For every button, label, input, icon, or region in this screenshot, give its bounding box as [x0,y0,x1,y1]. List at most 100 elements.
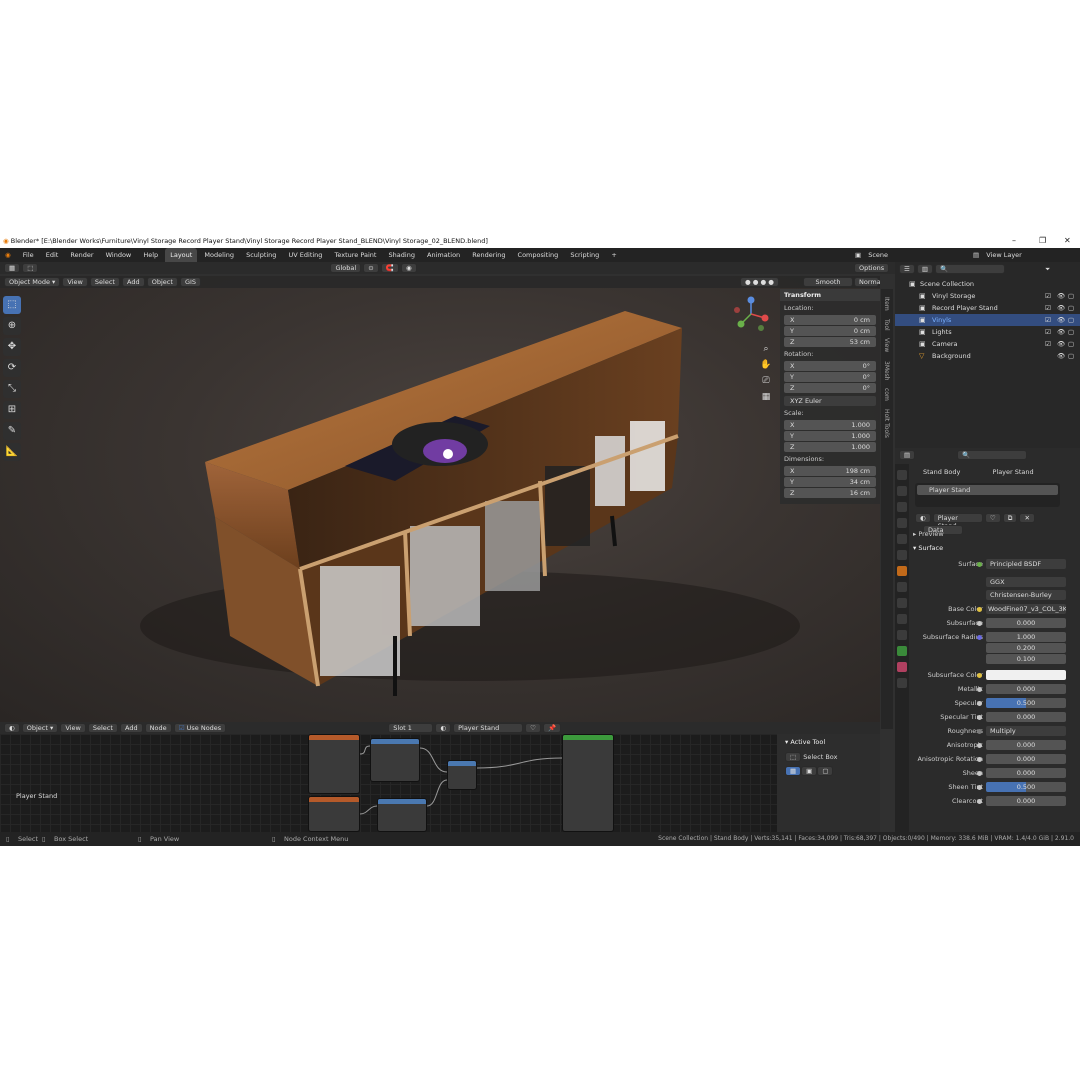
distribution-dropdown[interactable]: GGX [909,576,1080,588]
subsurface-color-row[interactable]: Subsurface Color [909,669,1080,681]
camera-icon[interactable]: ▢ [1068,302,1074,314]
3d-viewport[interactable]: Object Mode ▾ View Select Add Object GIS… [0,276,880,722]
scale-x-field[interactable]: X 1.000 [784,420,876,430]
outliner-item-vinyl-storage[interactable]: ▣ Vinyl Storage ☑ 👁 ▢ [895,290,1080,302]
node-menu-add[interactable]: Add [120,723,143,733]
dimensions-y-field[interactable]: Y 34 cm [784,477,876,487]
dimensions-z-field[interactable]: Z 16 cm [784,488,876,498]
location-y-field[interactable]: Y 0 cm [784,326,876,336]
outliner-item-background[interactable]: ▽ Background 👁 ▢ [895,350,1080,362]
tab-scripting[interactable]: Scripting [565,248,604,262]
node-menu-node[interactable]: Node [144,723,172,733]
material-slot-item[interactable]: Player Stand [917,485,1058,495]
mode-new-icon[interactable]: ▦ [785,766,802,776]
properties-type-icon[interactable]: ▤ [899,450,916,460]
render-tab-icon[interactable] [897,486,907,496]
tab-layout[interactable]: Layout [165,248,198,262]
scene-selector[interactable]: ▣ Scene [850,248,898,262]
metallic-row[interactable]: Metallic 0.000 [909,683,1080,695]
tab-view[interactable]: View [881,338,890,352]
view-layer-selector[interactable]: ▤ View Layer [968,248,1032,262]
tab-modeling[interactable]: Modeling [199,248,239,262]
menu-window[interactable]: Window [101,248,137,262]
menu-help[interactable]: Help [138,248,163,262]
subsurface-radius-z-row[interactable]: 0.100 [909,653,1080,665]
maximize-icon[interactable]: ❐ [1039,234,1046,248]
select-mode-icon[interactable]: ⬚ [22,263,39,273]
tab-animation[interactable]: Animation [422,248,465,262]
camera-icon[interactable]: ▢ [1068,290,1074,302]
slot-dropdown[interactable]: Slot 1 [388,723,434,733]
camera-icon[interactable]: ▢ [1068,314,1074,326]
display-mode-icon[interactable]: ▥ [916,264,934,274]
minimize-icon[interactable]: – [1012,234,1016,248]
select-box-row[interactable]: ⬚ Select Box [777,750,880,764]
material-tab-icon[interactable] [897,662,907,672]
anisotropic-rotation-row[interactable]: Anisotropic Rotation 0.000 [909,753,1080,765]
specular-tint-row[interactable]: Specular Tint 0.000 [909,711,1080,723]
tab-3mesh[interactable]: 3Mesh [881,361,890,381]
scale-z-field[interactable]: Z 1.000 [784,442,876,452]
location-x-field[interactable]: X 0 cm [784,315,876,325]
eye-icon[interactable]: 👁 [1057,350,1065,362]
proportional-icon[interactable]: ◉ [401,263,417,273]
mode-extend-icon[interactable]: ▣ [801,766,818,776]
material-slot-list[interactable]: Player Stand [915,483,1060,507]
rotation-z-field[interactable]: Z 0° [784,383,876,393]
rotation-y-field[interactable]: Y 0° [784,372,876,382]
pin-icon[interactable]: 📌 [543,723,562,733]
subsurface-method-dropdown[interactable]: Christensen-Burley [909,589,1080,601]
object-mode-dropdown[interactable]: Object ▾ [21,723,59,733]
tab-com[interactable]: com [881,388,890,401]
tool-tab-icon[interactable] [897,470,907,480]
base-color-row[interactable]: Base ColorWoodFine07_v3_COL_3K.jpg [909,603,1080,615]
physics-tab-icon[interactable] [897,614,907,624]
close-icon[interactable]: ✕ [1064,234,1071,248]
material-browse-icon[interactable]: ◐ [435,723,452,733]
menu-file[interactable]: File [18,248,39,262]
node-menu-view[interactable]: View [60,723,86,733]
fake-user-icon[interactable]: ♡ [525,723,541,733]
menu-edit[interactable]: Edit [41,248,64,262]
eye-icon[interactable]: 👁 [1057,314,1065,326]
color-swatch[interactable] [986,670,1066,680]
modifier-tab-icon[interactable] [897,582,907,592]
surface-section[interactable]: ▾ Surface [913,542,943,554]
checkbox-icon[interactable]: ☑ [1045,326,1051,338]
checkbox-icon[interactable]: ☑ [1045,290,1051,302]
texture-tab-icon[interactable] [897,678,907,688]
outliner-item-record-player-stand[interactable]: ▣ Record Player Stand ☑ 👁 ▢ [895,302,1080,314]
scale-y-field[interactable]: Y 1.000 [784,431,876,441]
tab-texture-paint[interactable]: Texture Paint [330,248,382,262]
editor-type-icon[interactable]: ▦ [4,263,21,273]
checkbox-icon[interactable]: ☑ [1045,314,1051,326]
node-menu-select[interactable]: Select [87,723,118,733]
outliner-search-input[interactable]: 🔍 [935,264,1006,274]
zoom-icon[interactable]: ⌕ [760,341,772,357]
navigation-gizmo[interactable] [733,296,769,332]
material-name-field[interactable]: Player Stand [932,513,983,530]
constraints-tab-icon[interactable] [897,630,907,640]
eye-icon[interactable]: 👁 [1057,326,1065,338]
camera-view-icon[interactable]: ⎚ [760,373,772,389]
sheen-tint-row[interactable]: Sheen Tint 0.500 [909,781,1080,793]
scene-tab-icon[interactable] [897,534,907,544]
pivot-icon[interactable]: ⊙ [363,263,379,273]
filter-icon[interactable]: ⏷ [1045,262,1050,276]
camera-icon[interactable]: ▢ [1068,338,1074,350]
editor-type-icon[interactable]: ◐ [4,723,20,733]
roughness-row[interactable]: Roughness Multiply [909,725,1080,737]
tab-tool[interactable]: Tool [881,319,890,331]
tab-holt-tools[interactable]: Holt Tools [881,409,890,438]
material-browse-icon[interactable]: ◐ [915,513,931,523]
dimensions-x-field[interactable]: X 198 cm [784,466,876,476]
object-tab-icon[interactable] [897,566,907,576]
grid-view-icon[interactable]: ▦ [760,389,772,405]
particles-tab-icon[interactable] [897,598,907,608]
node-material-field[interactable]: Player Stand [453,723,524,733]
orientation-dropdown[interactable]: Global [330,263,362,273]
options-dropdown[interactable]: Options [854,263,890,273]
fake-user-icon[interactable]: ♡ [984,513,1001,523]
outliner-root[interactable]: ▣ Scene Collection [895,278,1080,290]
eye-icon[interactable]: 👁 [1057,338,1065,350]
